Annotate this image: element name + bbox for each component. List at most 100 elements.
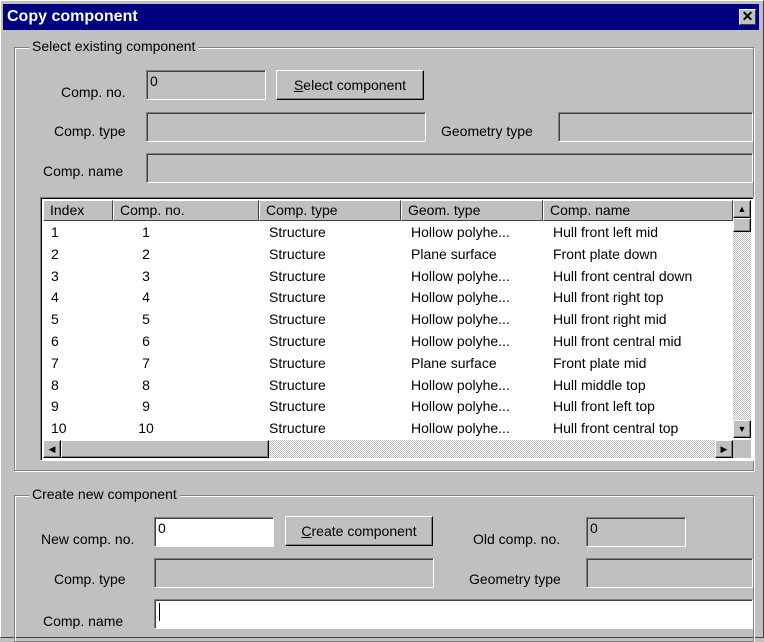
cell-comp-type: Structure bbox=[269, 332, 326, 349]
cell-geom-type: Hollow polyhe... bbox=[411, 289, 510, 306]
comp-type-label: Comp. type bbox=[54, 123, 126, 139]
cell-comp-no: 2 bbox=[142, 245, 150, 262]
cell-comp-name: Hull middle top bbox=[553, 376, 646, 393]
scroll-down-button[interactable]: ▼ bbox=[733, 420, 751, 438]
table-row[interactable]: 4 4 Structure Hollow polyhe... Hull front ri… bbox=[43, 287, 733, 309]
cell-comp-type: Structure bbox=[269, 376, 326, 393]
cell-geom-type: Hollow polyhe... bbox=[411, 224, 510, 240]
cell-geom-type: Plane surface bbox=[411, 245, 497, 262]
col-header-comp-no[interactable]: Comp. no. bbox=[113, 200, 259, 221]
close-icon: ✕ bbox=[741, 8, 754, 24]
cell-comp-type: Structure bbox=[269, 420, 326, 437]
scrollbar-corner bbox=[733, 440, 751, 458]
cell-geom-type: Hollow polyhe... bbox=[411, 420, 510, 437]
new-comp-name-label: Comp. name bbox=[43, 613, 124, 629]
scroll-down-icon: ▼ bbox=[737, 424, 747, 434]
scroll-up-button[interactable]: ▲ bbox=[733, 200, 751, 218]
cell-geom-type: Hollow polyhe... bbox=[411, 332, 510, 349]
cell-comp-name: Hull front central top bbox=[553, 420, 679, 437]
cell-geom-type: Hollow polyhe... bbox=[411, 376, 510, 393]
title-bar[interactable]: Copy component ✕ bbox=[3, 4, 759, 30]
window-title: Copy component bbox=[7, 8, 138, 25]
scroll-right-button[interactable]: ▶ bbox=[715, 440, 733, 458]
cell-comp-type: Structure bbox=[269, 224, 326, 240]
cell-geom-type: Plane surface bbox=[411, 354, 497, 371]
close-button[interactable]: ✕ bbox=[739, 9, 756, 25]
cell-comp-name: Hull front left top bbox=[553, 398, 655, 415]
cell-comp-no: 6 bbox=[142, 332, 150, 349]
table-row[interactable]: 5 5 Structure Hollow polyhe... Hull front ri… bbox=[43, 309, 733, 331]
vertical-scrollbar[interactable]: ▲ ▼ bbox=[733, 200, 751, 438]
new-geometry-type-label: Geometry type bbox=[469, 571, 561, 587]
create-mnemonic: C bbox=[301, 523, 312, 539]
copy-component-dialog: Copy component ✕ Select existing compone… bbox=[0, 0, 764, 642]
cell-comp-no: 4 bbox=[142, 289, 150, 306]
cell-comp-no: 10 bbox=[138, 420, 154, 437]
table-row[interactable]: 8 8 Structure Hollow polyhe... Hull middle t… bbox=[43, 375, 733, 397]
cell-comp-type: Structure bbox=[269, 245, 326, 262]
col-header-geom-type[interactable]: Geom. type bbox=[401, 200, 543, 221]
select-group-legend: Select existing component bbox=[29, 38, 199, 54]
cell-comp-name: Hull front central mid bbox=[553, 332, 682, 349]
cell-comp-no: 3 bbox=[142, 267, 150, 284]
scroll-up-icon: ▲ bbox=[737, 204, 747, 214]
new-comp-no-label: New comp. no. bbox=[41, 531, 135, 547]
new-comp-name-input[interactable] bbox=[154, 599, 753, 629]
table-row[interactable]: 9 9 Structure Hollow polyhe... Hull front le… bbox=[43, 396, 733, 418]
cell-comp-type: Structure bbox=[269, 267, 326, 284]
cell-geom-type: Hollow polyhe... bbox=[411, 267, 510, 284]
cell-comp-name: Hull front right top bbox=[553, 289, 664, 306]
cell-comp-no: 7 bbox=[142, 354, 150, 371]
text-caret bbox=[159, 603, 160, 621]
cell-geom-type: Hollow polyhe... bbox=[411, 398, 510, 415]
new-comp-no-input[interactable]: 0 bbox=[154, 517, 274, 547]
comp-no-label: Comp. no. bbox=[61, 84, 126, 100]
table-row[interactable]: 2 2 Structure Plane surface Front plate down bbox=[43, 244, 733, 266]
cell-comp-type: Structure bbox=[269, 354, 326, 371]
cell-comp-no: 5 bbox=[142, 311, 150, 328]
select-component-button[interactable]: Select component bbox=[276, 70, 424, 100]
table-row[interactable]: 7 7 Structure Plane surface Front plate mid bbox=[43, 353, 733, 375]
horizontal-scrollbar[interactable]: ◀ ▶ bbox=[43, 440, 733, 458]
create-component-button[interactable]: Create component bbox=[285, 516, 433, 546]
col-header-index[interactable]: Index bbox=[43, 200, 113, 221]
component-list[interactable]: Index Comp. no. Comp. type Geom. type Co… bbox=[40, 197, 754, 461]
table-row[interactable]: 6 6 Structure Hollow polyhe... Hull front ce… bbox=[43, 331, 733, 353]
table-row[interactable]: 10 10 Structure Hollow polyhe... Hull front … bbox=[43, 418, 733, 440]
create-group-legend: Create new component bbox=[29, 486, 180, 502]
table-row[interactable]: 1 1 Structure Hollow polyhe... Hull front le… bbox=[43, 222, 733, 244]
geometry-type-label: Geometry type bbox=[441, 123, 533, 139]
new-comp-type-label: Comp. type bbox=[54, 571, 126, 587]
cell-comp-name: Hull front left mid bbox=[553, 224, 659, 240]
cell-comp-no: 1 bbox=[142, 224, 150, 240]
scroll-left-icon: ◀ bbox=[48, 444, 56, 454]
comp-name-label: Comp. name bbox=[43, 163, 124, 179]
list-rows: 1 1 Structure Hollow polyhe... Hull front le… bbox=[43, 222, 733, 440]
horizontal-scroll-thumb[interactable] bbox=[61, 440, 269, 458]
select-mnemonic: S bbox=[293, 77, 304, 93]
scroll-left-button[interactable]: ◀ bbox=[43, 440, 61, 458]
new-comp-type-field[interactable] bbox=[154, 558, 434, 588]
select-button-label: elect component bbox=[303, 77, 407, 93]
cell-geom-type: Hollow polyhe... bbox=[411, 311, 510, 328]
cell-comp-no: 8 bbox=[142, 376, 150, 393]
cell-comp-type: Structure bbox=[269, 398, 326, 415]
new-geometry-type-field[interactable] bbox=[586, 558, 753, 588]
cell-comp-name: Front plate mid bbox=[553, 354, 647, 371]
scroll-right-icon: ▶ bbox=[720, 444, 728, 454]
create-button-label: reate component bbox=[311, 523, 417, 539]
col-header-comp-type[interactable]: Comp. type bbox=[259, 200, 401, 221]
cell-comp-name: Hull front central down bbox=[553, 267, 693, 284]
cell-comp-no: 9 bbox=[142, 398, 150, 415]
old-comp-no-field[interactable]: 0 bbox=[586, 517, 686, 547]
table-row[interactable]: 3 3 Structure Hollow polyhe... Hull front ce… bbox=[43, 266, 733, 288]
old-comp-no-label: Old comp. no. bbox=[473, 531, 561, 547]
list-header: Index Comp. no. Comp. type Geom. type Co… bbox=[43, 200, 733, 221]
comp-name-field[interactable] bbox=[146, 153, 753, 183]
cell-comp-type: Structure bbox=[269, 311, 326, 328]
geometry-type-field[interactable] bbox=[558, 112, 753, 142]
col-header-comp-name[interactable]: Comp. name bbox=[543, 200, 733, 221]
vertical-scroll-thumb[interactable] bbox=[733, 218, 751, 232]
comp-no-field[interactable]: 0 bbox=[146, 70, 266, 100]
comp-type-field[interactable] bbox=[146, 112, 426, 142]
